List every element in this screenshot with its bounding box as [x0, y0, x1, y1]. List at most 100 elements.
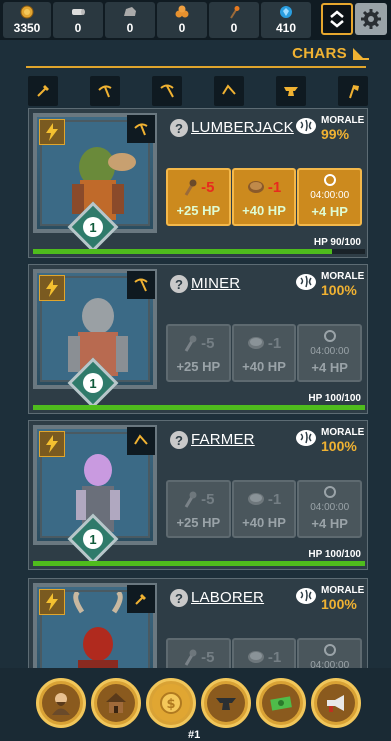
character-card[interactable]: 1 ? FARMER MORALE 100% -5 +25 HP -1 +40 …: [28, 420, 368, 570]
heal-torch-button[interactable]: -5 +25 HP: [166, 480, 231, 538]
character-card[interactable]: ? LABORER MORALE 100% -5 -1 04:00:00: [28, 578, 368, 668]
sickle-icon: [222, 84, 236, 95]
chevron-up-down-icon: [330, 10, 344, 28]
anvil-icon: [216, 698, 236, 710]
level-value: 1: [83, 217, 103, 237]
gold-coin-icon: [20, 5, 34, 19]
heal-rest-button[interactable]: 04:00:00 +4 HP: [297, 324, 363, 382]
cost-value: -5: [201, 334, 215, 352]
bread-icon: [247, 651, 264, 663]
nav-shop-button[interactable]: $: [146, 678, 196, 728]
settings-button[interactable]: [355, 3, 387, 35]
filter-smith[interactable]: [276, 76, 306, 106]
heal-value: +40 HP: [242, 203, 286, 218]
heal-bread-button[interactable]: -1: [231, 638, 297, 668]
clock-icon: [323, 644, 336, 656]
heal-torch-button[interactable]: -5 +25 HP: [166, 324, 231, 382]
heal-bread-button[interactable]: -1 +40 HP: [231, 480, 297, 538]
nav-characters-button[interactable]: [36, 678, 86, 728]
rest-timer: 04:00:00: [310, 190, 350, 201]
hp-bar: [33, 561, 365, 566]
nav-page-label: #1: [188, 729, 201, 741]
character-card[interactable]: 1 ? LUMBERJACK MORALE 99% -5 +25 HP -1 +…: [28, 108, 368, 258]
torch-icon: [184, 491, 197, 508]
bottom-nav: $ #1: [0, 668, 391, 741]
energy-badge: [39, 589, 65, 615]
filter-miner[interactable]: [152, 76, 182, 106]
resource-value: 0: [178, 21, 186, 35]
cost-value: -1: [267, 178, 282, 196]
level-value: 1: [83, 373, 103, 393]
info-button[interactable]: ?: [170, 119, 188, 137]
stone-icon: [124, 7, 136, 16]
heal-actions: -5 -1 04:00:00: [166, 638, 363, 668]
nav-announcements-button[interactable]: [311, 678, 361, 728]
rest-timer: 04:00:00: [310, 502, 350, 513]
title-divider: [26, 66, 366, 68]
morale-label: MORALE: [321, 115, 365, 126]
torch-icon: [184, 335, 197, 352]
heal-torch-button[interactable]: -5: [166, 638, 231, 668]
heal-rest-button[interactable]: 04:00:00 +4 HP: [297, 168, 363, 226]
heal-bread-button[interactable]: -1 +40 HP: [231, 324, 297, 382]
filter-laborer[interactable]: [28, 76, 58, 106]
info-button[interactable]: ?: [170, 275, 188, 293]
heal-value: +4 HP: [311, 204, 348, 219]
torch-icon: [230, 6, 240, 19]
filter-woodcutter[interactable]: [338, 76, 368, 106]
heal-value: +4 HP: [311, 360, 348, 375]
cost-value: -5: [201, 178, 215, 196]
nav-crafting-button[interactable]: [201, 678, 251, 728]
character-role[interactable]: FARMER: [191, 431, 255, 448]
filter-lumberjack[interactable]: [90, 76, 120, 106]
heal-actions: -5 +25 HP -1 +40 HP 04:00:00 +4 HP: [166, 480, 363, 538]
clock-icon: [323, 486, 336, 498]
bread-icon: [247, 337, 264, 349]
cost-value: -5: [201, 648, 215, 666]
character-card[interactable]: 1 ? MINER MORALE 100% -5 +25 HP -1 +40 H…: [28, 264, 368, 414]
heal-value: +25 HP: [176, 515, 221, 530]
heal-actions: -5 +25 HP -1 +40 HP 04:00:00 +4 HP: [166, 168, 363, 226]
shovel-icon: [37, 85, 49, 97]
hp-bar: [33, 405, 365, 410]
level-value: 1: [83, 529, 103, 549]
nav-buildings-button[interactable]: [91, 678, 141, 728]
money-icon: [270, 696, 292, 711]
heal-rest-button[interactable]: 04:00:00 +4 HP: [297, 480, 363, 538]
collapse-button[interactable]: [321, 3, 353, 35]
resource-value: 3350: [13, 21, 41, 35]
morale-indicator: MORALE 99%: [294, 115, 368, 143]
character-role[interactable]: MINER: [191, 275, 240, 292]
gem-icon: [280, 6, 292, 18]
hp-text: HP 100/100: [308, 393, 361, 404]
info-button[interactable]: ?: [170, 431, 188, 449]
food-icon: [175, 5, 189, 18]
character-portrait[interactable]: [33, 583, 157, 668]
hp-text: HP 100/100: [308, 549, 361, 560]
morale-indicator: MORALE 100%: [294, 585, 368, 613]
info-button[interactable]: ?: [170, 589, 188, 607]
filter-farmer[interactable]: [214, 76, 244, 106]
role-badge: [127, 271, 155, 299]
heal-rest-button[interactable]: 04:00:00: [297, 638, 363, 668]
character-role[interactable]: LABORER: [191, 589, 264, 606]
heal-value: +25 HP: [176, 359, 221, 374]
cost-value: -1: [267, 490, 282, 508]
character-role[interactable]: LUMBERJACK: [191, 119, 294, 136]
morale-label: MORALE: [321, 271, 365, 282]
brain-icon: [296, 118, 316, 134]
heal-actions: -5 +25 HP -1 +40 HP 04:00:00 +4 HP: [166, 324, 363, 382]
lightning-icon: [46, 435, 58, 453]
resource-gem: 410: [261, 2, 311, 38]
nav-market-button[interactable]: [256, 678, 306, 728]
energy-badge: [39, 119, 65, 145]
brain-icon: [296, 274, 316, 290]
heal-bread-button[interactable]: -1 +40 HP: [231, 168, 297, 226]
heal-torch-button[interactable]: -5 +25 HP: [166, 168, 231, 226]
torch-icon: [184, 649, 197, 666]
role-filter-bar: [28, 76, 368, 106]
character-list[interactable]: 1 ? LUMBERJACK MORALE 99% -5 +25 HP -1 +…: [28, 108, 368, 668]
resource-torch: 0: [209, 2, 259, 38]
axe-icon: [349, 85, 359, 99]
lightning-icon: [46, 593, 58, 611]
